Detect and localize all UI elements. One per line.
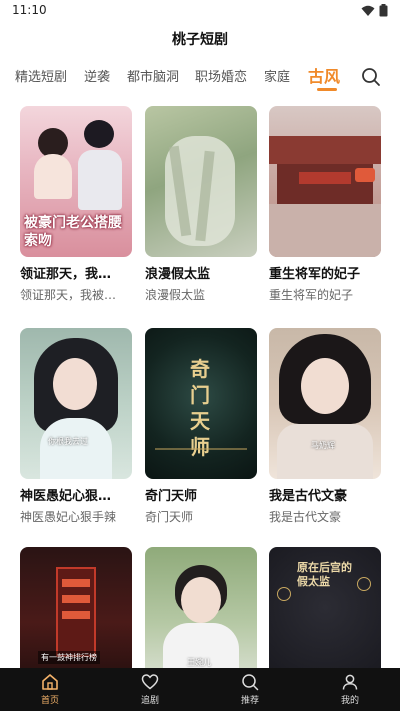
- drama-title: 神医愚妃心狠…: [20, 489, 112, 504]
- drama-poster[interactable]: [269, 106, 381, 257]
- nav-recommend-label: 推荐: [240, 696, 259, 706]
- active-tab-indicator: [317, 88, 337, 91]
- drama-card[interactable]: 马奶辉 我是古代文豪 我是古代文豪: [269, 328, 381, 525]
- drama-poster[interactable]: 马奶辉: [269, 328, 381, 479]
- tab-featured[interactable]: 精选短剧: [15, 66, 67, 85]
- search-icon[interactable]: [360, 66, 382, 88]
- drama-subtitle: 重生将军的妃子: [269, 288, 354, 302]
- wifi-icon: [361, 5, 375, 16]
- poster-subtitle-text: 马奶辉: [311, 441, 335, 450]
- nav-profile[interactable]: 我的: [300, 668, 400, 711]
- drama-card[interactable]: 被豪门老公搭腰索吻 领证那天，我… 领证那天，我被…: [20, 106, 132, 303]
- discover-icon: [242, 674, 259, 691]
- app-title: 桃子短剧: [172, 32, 228, 48]
- drama-subtitle: 我是古代文豪: [269, 510, 342, 524]
- status-bar: 11:10: [0, 0, 400, 22]
- status-time: 11:10: [12, 3, 47, 17]
- status-icons: [361, 4, 388, 17]
- poster-subtitle-text: 你根我去过: [48, 437, 88, 446]
- poster-title-text: 原在后宫的假太监: [297, 561, 352, 588]
- drama-card[interactable]: 重生将军的妃子 重生将军的妃子: [269, 106, 381, 303]
- user-icon: [342, 674, 358, 690]
- drama-title: 浪漫假太监: [145, 267, 211, 282]
- nav-home[interactable]: 首页: [0, 668, 100, 711]
- nav-home-label: 首页: [40, 696, 59, 706]
- tab-workplace[interactable]: 职场婚恋: [195, 66, 247, 85]
- drama-subtitle: 领证那天，我被…: [20, 288, 117, 302]
- drama-poster[interactable]: [145, 106, 257, 257]
- bottom-nav: 首页 追剧 推荐 我的: [0, 668, 400, 711]
- nav-follow-label: 追剧: [140, 696, 159, 706]
- drama-card[interactable]: 浪漫假太监 浪漫假太监: [145, 106, 257, 303]
- tab-ancient[interactable]: 古风: [308, 63, 340, 87]
- nav-profile-label: 我的: [340, 696, 359, 706]
- poster-text: 被豪门老公搭腰索吻: [24, 215, 122, 249]
- drama-subtitle: 神医愚妃心狠手辣: [20, 510, 117, 524]
- drama-title: 重生将军的妃子: [269, 267, 361, 282]
- drama-title: 我是古代文豪: [269, 489, 348, 504]
- nav-follow[interactable]: 追剧: [100, 668, 200, 711]
- drama-subtitle: 奇门天师: [145, 510, 194, 524]
- drama-title: 奇门天师: [145, 489, 198, 504]
- home-icon: [42, 674, 58, 690]
- nav-recommend[interactable]: 推荐: [200, 668, 300, 711]
- app-bar: 桃子短剧: [0, 22, 400, 58]
- category-tabs: 精选短剧 逆袭 都市脑洞 职场婚恋 家庭 古风: [0, 60, 400, 98]
- poster-title-text: 奇门天师: [190, 357, 210, 459]
- tab-urban[interactable]: 都市脑洞: [127, 66, 179, 85]
- drama-poster[interactable]: 你根我去过: [20, 328, 132, 479]
- heart-icon: [141, 674, 159, 690]
- drama-card[interactable]: 奇门天师 奇门天师 奇门天师: [145, 328, 257, 525]
- drama-poster[interactable]: 被豪门老公搭腰索吻: [20, 106, 132, 257]
- drama-card[interactable]: 你根我去过 神医愚妃心狠… 神医愚妃心狠手辣: [20, 328, 132, 525]
- drama-subtitle: 浪漫假太监: [145, 288, 206, 302]
- poster-text: 有一鼓神排行榜: [38, 651, 100, 664]
- tab-family[interactable]: 家庭: [264, 66, 290, 85]
- poster-subtitle-text: 王婉儿: [187, 658, 211, 667]
- drama-title: 领证那天，我…: [20, 267, 112, 282]
- drama-poster[interactable]: 奇门天师: [145, 328, 257, 479]
- tab-comeback[interactable]: 逆袭: [84, 66, 110, 85]
- battery-icon: [379, 4, 388, 17]
